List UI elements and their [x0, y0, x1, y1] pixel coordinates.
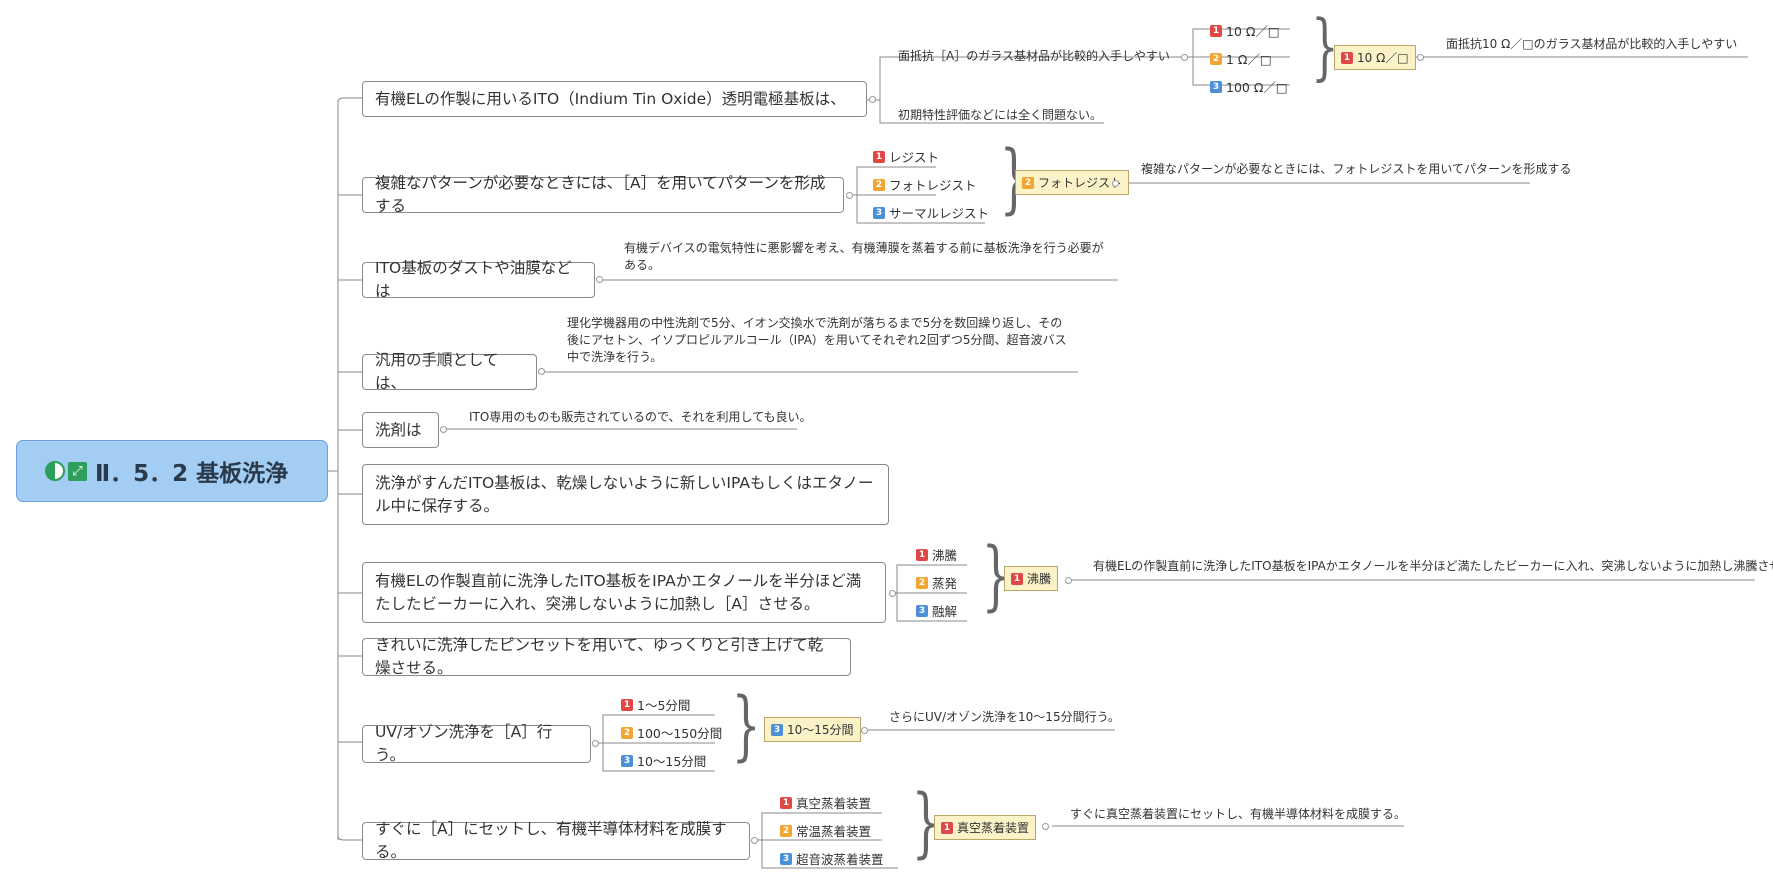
option-3[interactable]: 3 100 Ω／□ [1210, 77, 1288, 96]
option-1[interactable]: 1 1～5分間 [621, 695, 690, 714]
collapse-toggle[interactable] [751, 837, 758, 844]
option-2[interactable]: 2 常温蒸着装置 [780, 821, 871, 840]
topic-text: 汎用の手順としては、 [375, 351, 499, 392]
collapse-toggle[interactable] [846, 192, 853, 199]
number-3-icon: 3 [771, 723, 783, 736]
topic-boiling[interactable]: 有機ELの作製直前に洗浄したITO基板をIPAかエタノールを半分ほど満たしたビー… [362, 562, 886, 623]
collapse-toggle[interactable] [1181, 54, 1188, 61]
option-1[interactable]: 1 沸騰 [916, 545, 957, 564]
collapse-toggle[interactable] [1042, 823, 1049, 830]
collapse-toggle[interactable] [889, 590, 896, 597]
number-1-icon: 1 [621, 698, 633, 711]
brace: } [731, 680, 761, 769]
topic-detergent[interactable]: 洗剤は [362, 412, 439, 448]
number-1-icon: 1 [780, 796, 792, 809]
number-2-icon: 2 [780, 824, 792, 837]
topic-general-procedure[interactable]: 汎用の手順としては、 [362, 351, 537, 392]
answer-box[interactable]: 3 10～15分間 [764, 717, 861, 742]
number-2-icon: 2 [1210, 52, 1222, 65]
option-3[interactable]: 3 融解 [916, 601, 957, 620]
number-1-icon: 1 [1011, 572, 1023, 585]
number-3-icon: 3 [1210, 80, 1222, 93]
central-topic-title: Ⅱ．5．2 基板洗浄 [95, 461, 289, 487]
number-3-icon: 3 [873, 206, 885, 219]
answer-explanation: さらにUV/オゾン洗浄を10～15分間行う。 [889, 710, 1120, 724]
topic-text: 洗浄がすんだITO基板は、乾燥しないように新しいIPAもしくはエタノール中に保存… [375, 473, 874, 515]
collapse-toggle[interactable] [596, 276, 603, 283]
collapse-toggle[interactable] [869, 96, 876, 103]
topic-text: すぐに［A］にセットし、有機半導体材料を成膜する。 [375, 820, 727, 861]
topic-dust-oil[interactable]: ITO基板のダストや油膜などは [362, 259, 595, 300]
collapse-toggle[interactable] [861, 727, 868, 734]
expand-icon: ⤢ [68, 461, 87, 481]
number-3-icon: 3 [780, 852, 792, 865]
number-1-icon: 1 [916, 548, 928, 561]
option-3[interactable]: 3 超音波蒸着装置 [780, 849, 884, 868]
option-1[interactable]: 1 10 Ω／□ [1210, 21, 1280, 40]
topic-text: 複雑なパターンが必要なときには、［A］を用いてパターンを形成する [375, 174, 826, 215]
number-3-icon: 3 [916, 604, 928, 617]
number-1-icon: 1 [1210, 24, 1222, 37]
note-procedure: 理化学機器用の中性洗剤で5分、イオン交換水で洗剤が落ちるまで5分を数回繰り返し、… [567, 316, 1067, 364]
central-topic[interactable]: ⤢ Ⅱ．5．2 基板洗浄 [16, 440, 328, 502]
topic-uv-ozone[interactable]: UV/オゾン洗浄を［A］行う。 [362, 723, 591, 764]
answer-box[interactable]: 1 10 Ω／□ [1334, 45, 1416, 70]
note-detergent: ITO専用のものも販売されているので、それを利用しても良い。 [469, 410, 812, 424]
topic-photoresist[interactable]: 複雑なパターンが必要なときには、［A］を用いてパターンを形成する [362, 174, 844, 215]
number-2-icon: 2 [873, 178, 885, 191]
answer-box[interactable]: 1 沸騰 [1004, 566, 1059, 591]
number-1-icon: 1 [1341, 51, 1353, 64]
topic-text: 有機ELの作製に用いるITO（Indium Tin Oxide）透明電極基板は、 [375, 89, 846, 108]
collapse-toggle[interactable] [592, 740, 599, 747]
topic-text: 洗剤は [375, 420, 422, 439]
option-2[interactable]: 21 Ω／□ [1210, 49, 1272, 68]
number-1-icon: 1 [941, 821, 953, 834]
option-2[interactable]: 2 蒸発 [916, 573, 957, 592]
option-2[interactable]: 2 フォトレジスト [873, 175, 977, 194]
number-3-icon: 3 [621, 754, 633, 767]
option-1[interactable]: 1 レジスト [873, 147, 939, 166]
note-cleaning-reason: 有機デバイスの電気特性に悪影響を考え、有機薄膜を蒸着する前に基板洗浄を行う必要が… [624, 241, 1104, 272]
subtopic-sheet-resistance[interactable]: 面抵抗［A］のガラス基材品が比較的入手しやすい [898, 48, 1170, 65]
collapse-toggle[interactable] [1065, 577, 1072, 584]
collapse-toggle[interactable] [1112, 180, 1119, 187]
collapse-toggle[interactable] [1417, 54, 1424, 61]
answer-explanation: 面抵抗10 Ω／□のガラス基材品が比較的入手しやすい [1446, 37, 1738, 51]
collapse-toggle[interactable] [440, 426, 447, 433]
topic-text: きれいに洗浄したピンセットを用いて、ゆっくりと引き上げて乾燥させる。 [375, 636, 824, 677]
number-2-icon: 2 [1022, 176, 1034, 189]
number-2-icon: 2 [916, 576, 928, 589]
number-1-icon: 1 [873, 150, 885, 163]
subtopic-no-problem[interactable]: 初期特性評価などには全く問題ない。 [898, 107, 1102, 124]
option-1[interactable]: 1 真空蒸着装置 [780, 793, 871, 812]
topic-ito-substrate[interactable]: 有機ELの作製に用いるITO（Indium Tin Oxide）透明電極基板は、 [362, 81, 867, 117]
topic-text: ITO基板のダストや油膜などは [375, 259, 572, 300]
topic-storage[interactable]: 洗浄がすんだITO基板は、乾燥しないように新しいIPAもしくはエタノール中に保存… [362, 464, 889, 525]
answer-box[interactable]: 1 真空蒸着装置 [934, 815, 1037, 840]
answer-explanation: 有機ELの作製直前に洗浄したITO基板をIPAかエタノールを半分ほど満たしたビー… [1093, 559, 1773, 573]
answer-explanation: すぐに真空蒸着装置にセットし、有機半導体材料を成膜する。 [1070, 807, 1407, 821]
option-3[interactable]: 3 サーマルレジスト [873, 203, 989, 222]
collapse-toggle[interactable] [538, 368, 545, 375]
topic-tweezers[interactable]: きれいに洗浄したピンセットを用いて、ゆっくりと引き上げて乾燥させる。 [362, 636, 851, 677]
answer-explanation: 複雑なパターンが必要なときには、フォトレジストを用いてパターンを形成する [1141, 162, 1572, 176]
option-2[interactable]: 2 100～150分間 [621, 723, 722, 742]
topic-text: UV/オゾン洗浄を［A］行う。 [375, 723, 553, 764]
half-circle-icon [45, 461, 65, 481]
option-3[interactable]: 3 10～15分間 [621, 751, 706, 770]
number-2-icon: 2 [621, 726, 633, 739]
topic-vacuum-deposition[interactable]: すぐに［A］にセットし、有機半導体材料を成膜する。 [362, 820, 750, 861]
topic-text: 有機ELの作製直前に洗浄したITO基板をIPAかエタノールを半分ほど満たしたビー… [375, 571, 862, 613]
